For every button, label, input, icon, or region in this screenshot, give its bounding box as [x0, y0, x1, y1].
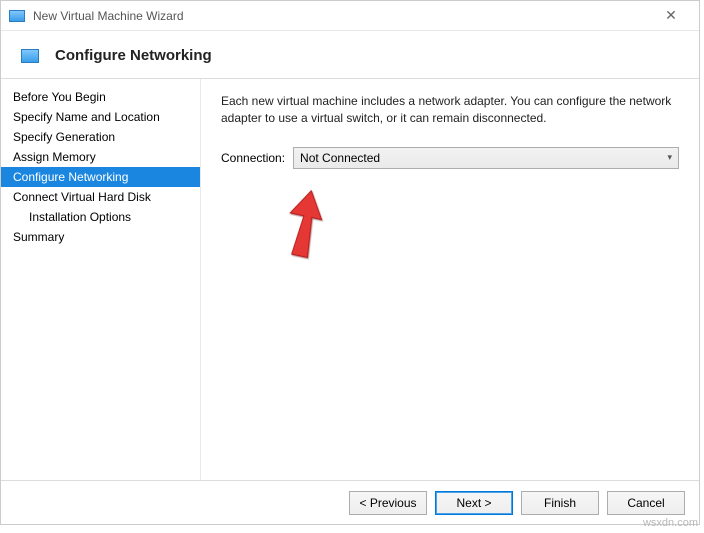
- titlebar: New Virtual Machine Wizard ✕: [1, 1, 699, 31]
- app-icon: [9, 10, 25, 22]
- sidebar-item-label: Configure Networking: [13, 170, 128, 184]
- wizard-window: New Virtual Machine Wizard ✕ Configure N…: [0, 0, 700, 525]
- sidebar-item-label: Before You Begin: [13, 90, 106, 104]
- sidebar-item-specify-generation[interactable]: Specify Generation: [1, 127, 200, 147]
- sidebar-item-label: Specify Name and Location: [13, 110, 160, 124]
- sidebar-item-label: Connect Virtual Hard Disk: [13, 190, 151, 204]
- sidebar-item-label: Assign Memory: [13, 150, 96, 164]
- close-button[interactable]: ✕: [651, 1, 691, 31]
- previous-button[interactable]: < Previous: [349, 491, 427, 515]
- sidebar-item-label: Summary: [13, 230, 64, 244]
- window-title: New Virtual Machine Wizard: [33, 9, 651, 23]
- chevron-down-icon: ▾: [667, 152, 672, 163]
- wizard-footer: < Previous Next > Finish Cancel: [1, 480, 699, 524]
- sidebar: Before You Begin Specify Name and Locati…: [1, 79, 201, 480]
- page-title: Configure Networking: [55, 47, 212, 64]
- cancel-button[interactable]: Cancel: [607, 491, 685, 515]
- connection-row: Connection: Not Connected ▾: [221, 147, 679, 169]
- sidebar-item-specify-name-and-location[interactable]: Specify Name and Location: [1, 107, 200, 127]
- sidebar-item-before-you-begin[interactable]: Before You Begin: [1, 87, 200, 107]
- sidebar-item-label: Specify Generation: [13, 130, 115, 144]
- description-text: Each new virtual machine includes a netw…: [221, 93, 679, 127]
- sidebar-item-configure-networking[interactable]: Configure Networking: [1, 167, 200, 187]
- content-pane: Each new virtual machine includes a netw…: [201, 79, 699, 480]
- finish-button[interactable]: Finish: [521, 491, 599, 515]
- wizard-header: Configure Networking: [1, 31, 699, 79]
- wizard-body: Before You Begin Specify Name and Locati…: [1, 79, 699, 480]
- sidebar-item-label: Installation Options: [29, 210, 131, 224]
- sidebar-item-connect-virtual-hard-disk[interactable]: Connect Virtual Hard Disk: [1, 187, 200, 207]
- watermark-text: wsxdn.com: [643, 517, 698, 529]
- monitor-icon: [21, 49, 39, 63]
- sidebar-item-installation-options[interactable]: Installation Options: [1, 207, 200, 227]
- connection-label: Connection:: [221, 151, 285, 165]
- next-button[interactable]: Next >: [435, 491, 513, 515]
- connection-selected-value: Not Connected: [300, 151, 380, 165]
- connection-dropdown[interactable]: Not Connected ▾: [293, 147, 679, 169]
- sidebar-item-summary[interactable]: Summary: [1, 227, 200, 247]
- sidebar-item-assign-memory[interactable]: Assign Memory: [1, 147, 200, 167]
